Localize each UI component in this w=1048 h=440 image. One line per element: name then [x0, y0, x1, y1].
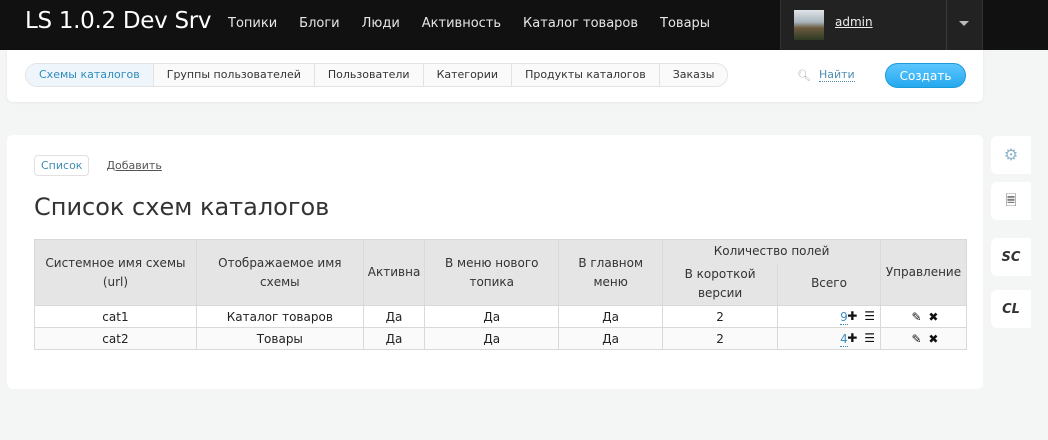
table-row: cat1 Каталог товаров Да Да Да 2 9 ✚ ☰ ✎ … [34, 305, 968, 328]
tab-catalog-schemes[interactable]: Схемы каталогов [26, 64, 154, 86]
breadcrumb: Список Добавить [34, 155, 162, 176]
nav-catalog[interactable]: Каталог товаров [512, 16, 649, 31]
col-fields-count: Количество полей [662, 239, 881, 263]
cell-active: Да [362, 327, 426, 350]
bars-icon[interactable]: ☰ [864, 331, 875, 345]
search-link[interactable]: 🔍︎ Найти [797, 68, 855, 82]
add-link[interactable]: Добавить [106, 159, 161, 172]
admin-subnav-panel: Схемы каталогов Группы пользователей Пол… [7, 50, 983, 102]
search-label: Найти [818, 68, 855, 82]
nav-blogs[interactable]: Блоги [288, 16, 350, 31]
cell-actions: ✎ ✖ [879, 327, 968, 350]
list-icon[interactable]: 🗏︎ [991, 182, 1031, 220]
tab-orders[interactable]: Заказы [659, 64, 728, 86]
page-title: Список схем каталогов [34, 193, 330, 221]
cell-display: Каталог товаров [195, 305, 364, 328]
col-display-name: Отображаемое имя схемы [195, 239, 364, 306]
col-manage: Управление [879, 239, 968, 306]
top-navbar: LS 1.0.2 Dev Srv Топики Блоги Люди Актив… [0, 0, 1048, 50]
plus-icon[interactable]: ✚ [847, 331, 857, 345]
cl-label: CL [1002, 302, 1020, 317]
cell-total: 4 ✚ ☰ [777, 327, 881, 350]
col-new-topic-menu: В меню нового топика [424, 239, 560, 306]
cell-short: 2 [662, 305, 779, 328]
cell-new-topic: Да [424, 305, 560, 328]
table-row: cat2 Товары Да Да Да 2 4 ✚ ☰ ✎ ✖ [34, 327, 968, 350]
col-short-version: В короткой версии [662, 262, 779, 306]
username-link[interactable]: admin [835, 15, 873, 29]
main-nav: Топики Блоги Люди Активность Каталог тов… [217, 16, 721, 31]
edit-icon[interactable]: ✎ [912, 332, 922, 346]
delete-icon[interactable]: ✖ [928, 332, 938, 346]
list-button[interactable]: Список [34, 155, 90, 176]
cell-display: Товары [195, 327, 364, 350]
content-card: Список Добавить Список схем каталогов Си… [7, 135, 983, 389]
cell-main-menu: Да [558, 327, 664, 350]
avatar[interactable] [794, 10, 824, 40]
tab-users[interactable]: Пользователи [314, 64, 424, 86]
gear-icon[interactable]: ⚙ [991, 136, 1031, 174]
col-main-menu: В главном меню [558, 239, 664, 306]
cell-active: Да [362, 305, 426, 328]
admin-tabs: Схемы каталогов Группы пользователей Пол… [25, 63, 729, 87]
nav-products[interactable]: Товары [649, 16, 721, 31]
edit-icon[interactable]: ✎ [912, 310, 922, 324]
user-menu: admin [780, 0, 983, 50]
site-brand[interactable]: LS 1.0.2 Dev Srv [25, 8, 212, 34]
cell-system: cat1 [34, 305, 197, 328]
nav-activity[interactable]: Активность [411, 16, 512, 31]
cell-total: 9 ✚ ☰ [777, 305, 881, 328]
cell-main-menu: Да [558, 305, 664, 328]
table-header-row: Системное имя схемы (url) Отображаемое и… [34, 239, 968, 306]
schemes-table: Системное имя схемы (url) Отображаемое и… [34, 239, 968, 350]
cell-new-topic: Да [424, 327, 560, 350]
bars-icon[interactable]: ☰ [864, 309, 875, 323]
col-active: Активна [362, 239, 426, 306]
tab-user-groups[interactable]: Группы пользователей [153, 64, 315, 86]
chevron-down-icon[interactable] [959, 21, 969, 26]
cell-system: cat2 [34, 327, 197, 350]
tab-catalog-products[interactable]: Продукты каталогов [512, 64, 660, 86]
cell-short: 2 [662, 327, 779, 350]
col-total: Всего [777, 262, 881, 306]
search-icon: 🔍︎ [797, 68, 811, 82]
nav-people[interactable]: Люди [351, 16, 411, 31]
nav-topics[interactable]: Топики [217, 16, 288, 31]
plus-icon[interactable]: ✚ [847, 309, 857, 323]
create-button[interactable]: Создать [885, 63, 966, 88]
sc-label: SC [1001, 250, 1021, 265]
tab-categories[interactable]: Категории [423, 64, 513, 86]
sc-tool-button[interactable]: SC [991, 238, 1031, 276]
delete-icon[interactable]: ✖ [928, 310, 938, 324]
col-system-name: Системное имя схемы (url) [34, 239, 197, 306]
divider [946, 0, 947, 50]
cl-tool-button[interactable]: CL [991, 290, 1031, 328]
cell-actions: ✎ ✖ [879, 305, 968, 328]
